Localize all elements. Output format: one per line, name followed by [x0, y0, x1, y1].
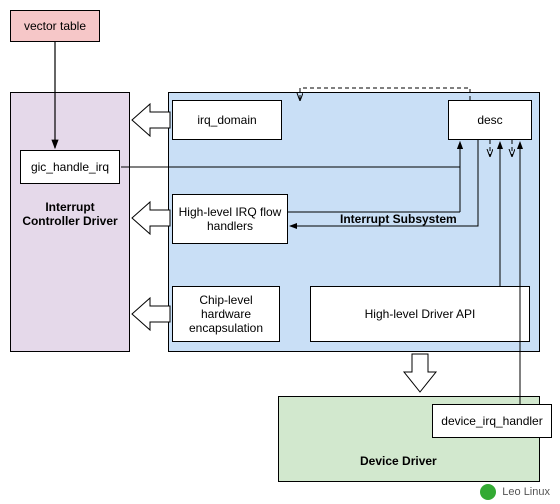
- footer: Leo Linux: [480, 484, 550, 500]
- block-arrow-high-level-flow: [132, 202, 170, 234]
- wechat-icon: [480, 484, 496, 500]
- block-arrow-chip-level: [132, 298, 170, 330]
- block-arrow-driver-api-down: [404, 354, 436, 392]
- arrows-layer: [0, 0, 560, 504]
- block-arrow-irq-domain: [132, 104, 170, 136]
- edge-desc-dash-left: [300, 88, 470, 100]
- edge-desc-to-flow: [290, 140, 478, 226]
- footer-text: Leo Linux: [502, 486, 550, 498]
